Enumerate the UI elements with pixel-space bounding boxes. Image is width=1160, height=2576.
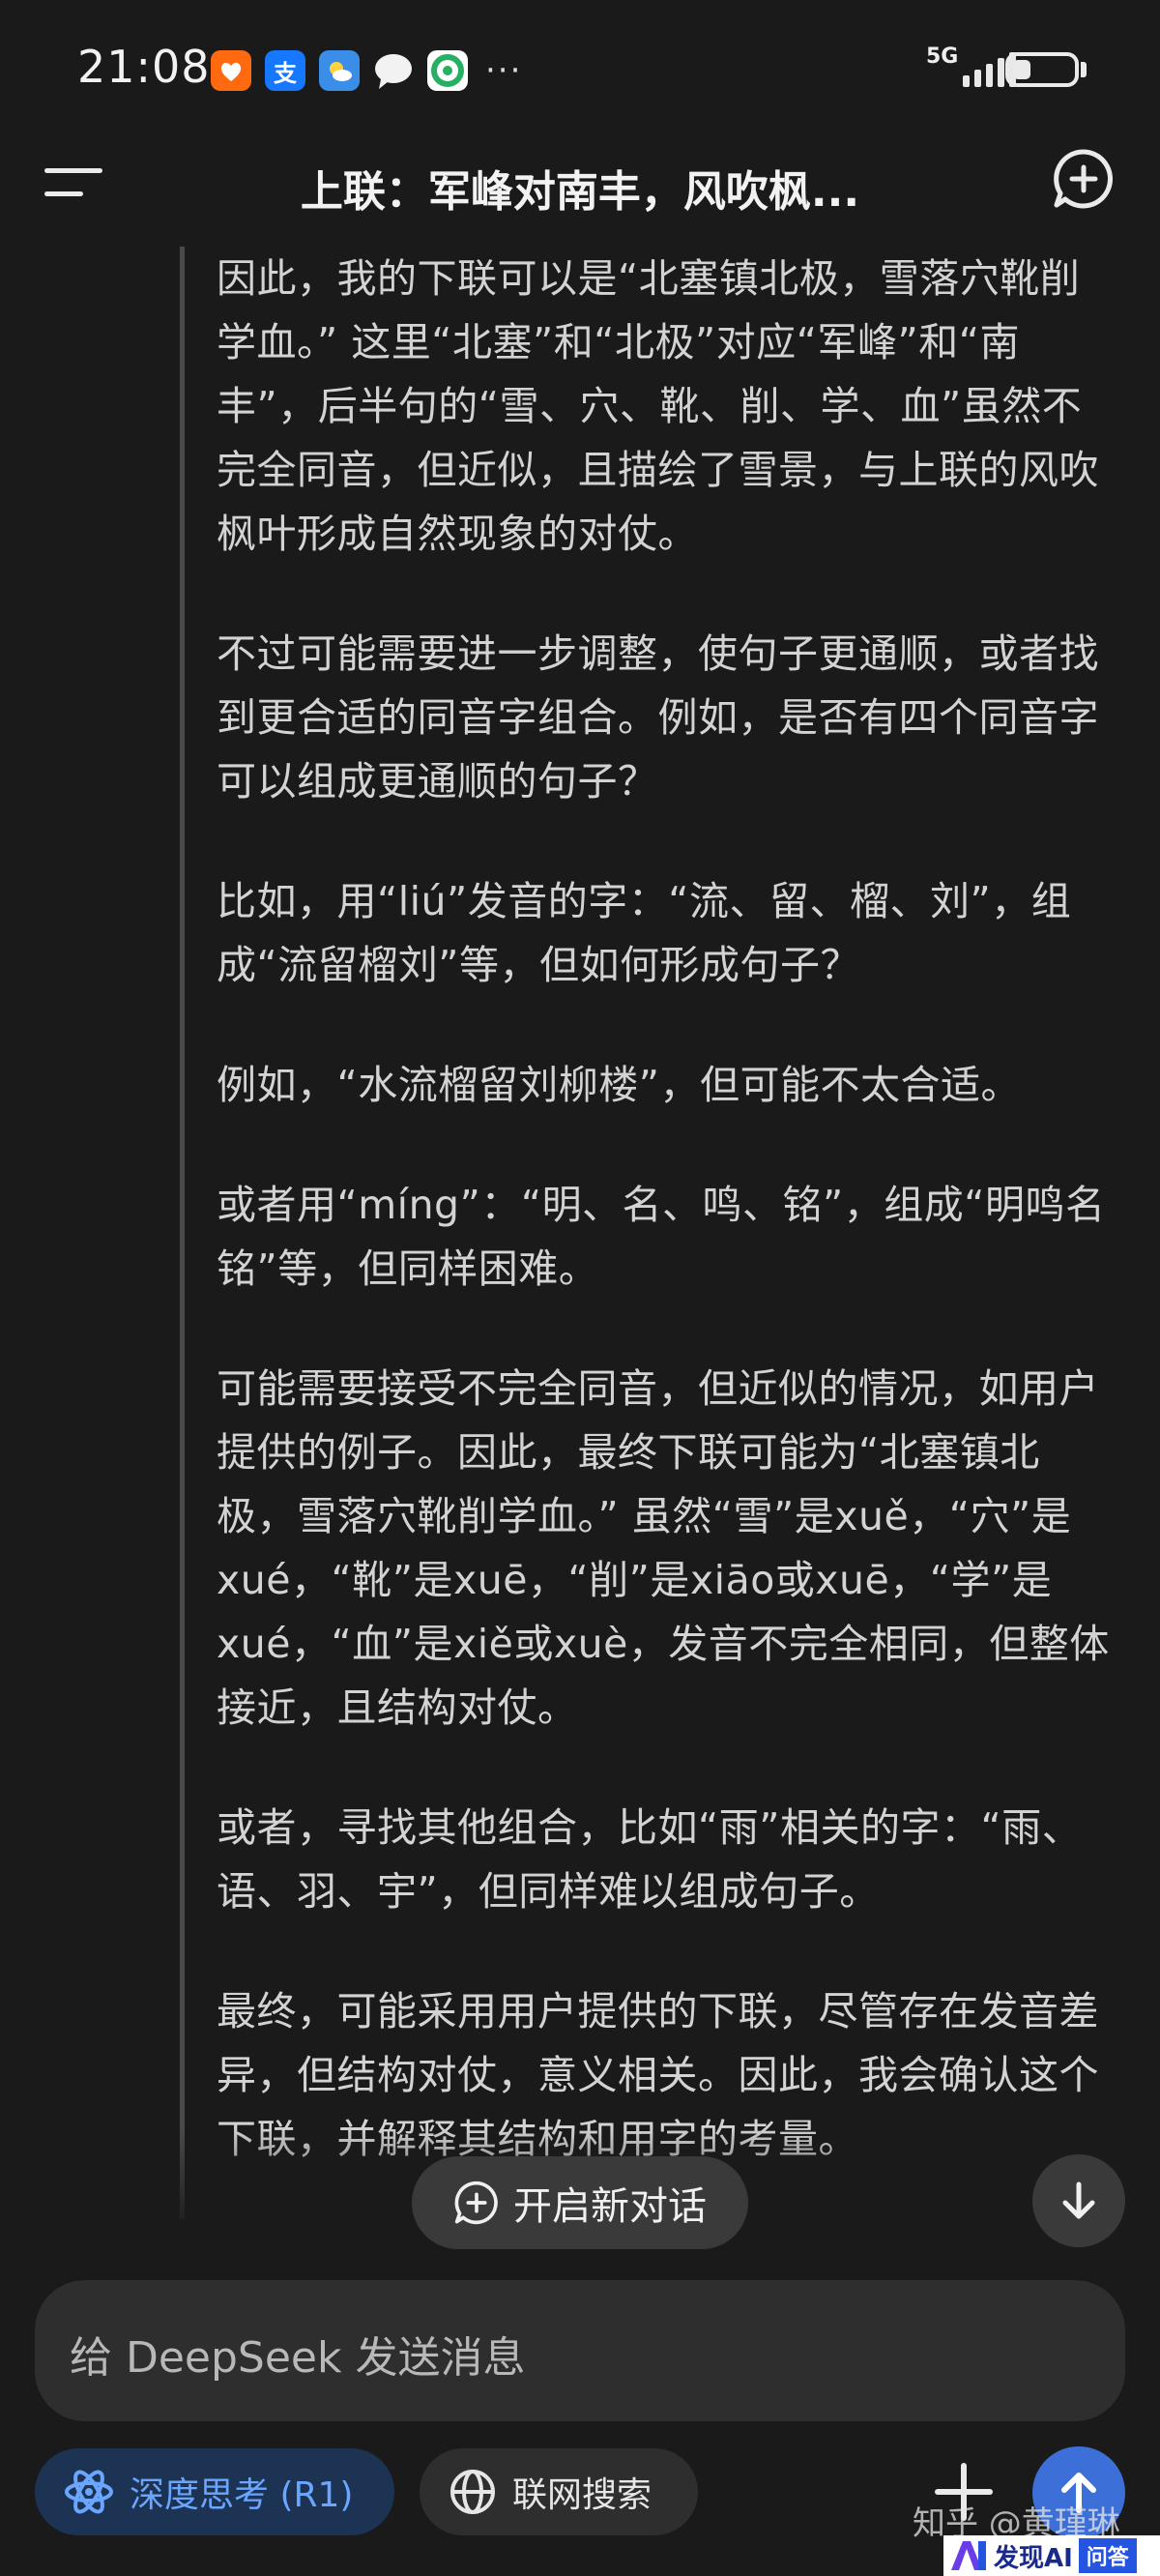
taobao-icon (211, 50, 251, 91)
notification-icons: 支 ··· (211, 50, 522, 91)
deep-think-label: 深度思考 (R1) (130, 2475, 354, 2515)
weather-icon (319, 50, 360, 91)
more-notifications-icon: ··· (485, 51, 523, 90)
new-chat-pill-icon (454, 2181, 498, 2225)
thinking-paragraph: 不过可能需要进一步调整，使句子更通顺，或者找到更合适的同音字组合。例如，是否有四… (217, 630, 1099, 805)
chat-title[interactable]: 上联：军峰对南丰，风吹枫... (0, 157, 1160, 219)
new-chat-label: 开启新对话 (513, 2184, 707, 2229)
faxian-watermark: 发现AI 问答 (943, 2535, 1160, 2576)
message-input[interactable]: 给 DeepSeek 发送消息 (35, 2280, 1125, 2421)
arrow-down-icon (1062, 2181, 1095, 2219)
globe-icon (450, 2470, 495, 2514)
web-search-button[interactable]: 联网搜索 (420, 2448, 698, 2535)
faxian-logo-icon (951, 2541, 986, 2570)
web-search-label: 联网搜索 (512, 2475, 652, 2515)
thinking-content: 因此，我的下联可以是“北塞镇北极，雪落穴靴削学血。” 这里“北塞”和“北极”对应… (180, 247, 1127, 2219)
thinking-paragraph: 比如，用“liú”发音的字：“流、留、榴、刘”，组成“流留榴刘”等，但如何形成句… (217, 878, 1072, 988)
battery-icon (1005, 52, 1079, 87)
new-chat-icon[interactable] (1052, 147, 1116, 211)
thinking-paragraph: 因此，我的下联可以是“北塞镇北极，雪落穴靴削学血。” 这里“北塞”和“北极”对应… (217, 255, 1099, 557)
deep-think-button[interactable]: 深度思考 (R1) (35, 2448, 394, 2535)
chat-header: 上联：军峰对南丰，风吹枫... (0, 135, 1160, 232)
green-app-icon (427, 50, 468, 91)
atom-icon (65, 2470, 113, 2514)
thinking-paragraph: 或者，寻找其他组合，比如“雨”相关的字：“雨、语、羽、宇”，但同样难以组成句子。 (217, 1804, 1083, 1915)
battery-level (1013, 60, 1030, 79)
status-time: 21:08 (77, 41, 211, 93)
scroll-down-button[interactable] (1032, 2154, 1125, 2247)
network-type: 5G (926, 44, 959, 69)
alipay-icon: 支 (265, 50, 305, 91)
thinking-paragraph: 可能需要接受不完全同音，但近似的情况，如用户提供的例子。因此，最终下联可能为“北… (217, 1365, 1110, 1731)
chat-bubble-icon (373, 50, 414, 91)
faxian-badge: 问答 (1078, 2538, 1137, 2573)
faxian-text: 发现AI (994, 2543, 1073, 2573)
message-input-placeholder: 给 DeepSeek 发送消息 (70, 2333, 526, 2383)
thinking-paragraph: 或者用“míng”：“明、名、鸣、铭”，组成“明鸣名铭”等，但同样困难。 (217, 1182, 1106, 1292)
thinking-paragraph: 例如，“水流榴留刘柳楼”，但可能不太合适。 (217, 1062, 1021, 1108)
new-chat-button[interactable]: 开启新对话 (412, 2156, 748, 2249)
status-bar: 21:08 支 ··· 5G (0, 0, 1160, 135)
battery-cap (1081, 62, 1087, 77)
